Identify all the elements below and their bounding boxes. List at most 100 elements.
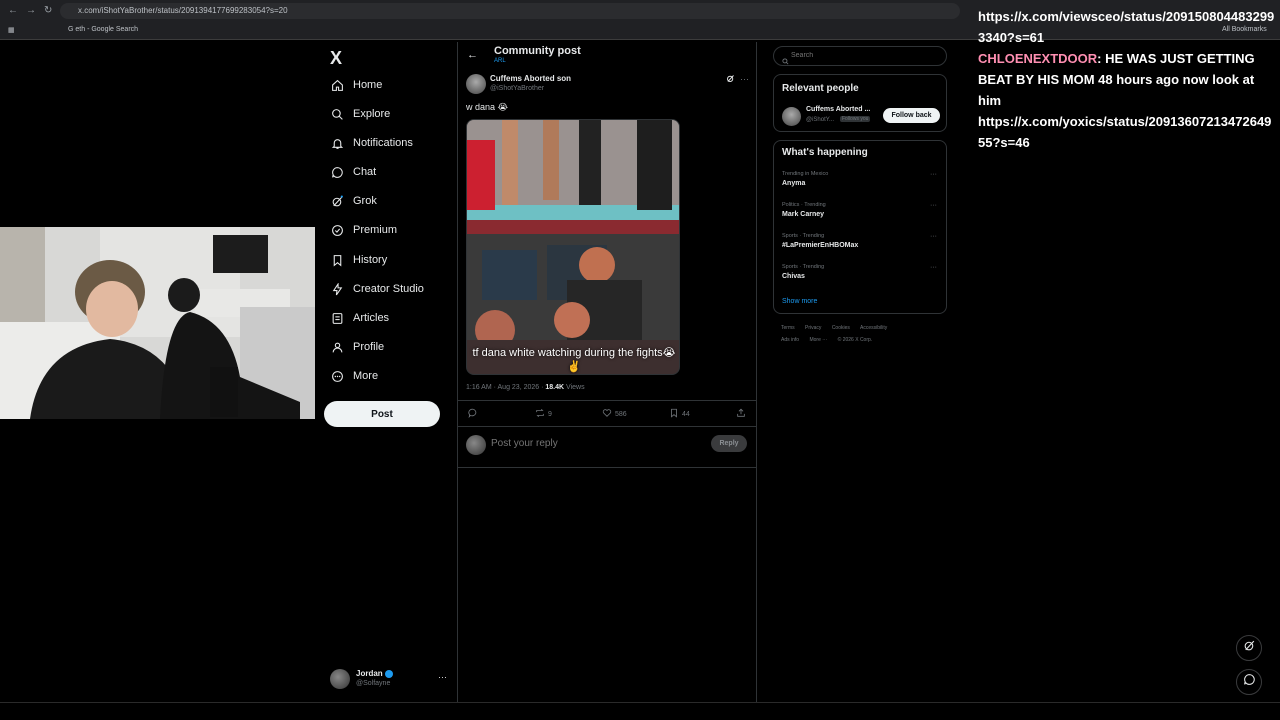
person-name[interactable]: Cuffems Aborted ... (806, 106, 870, 113)
lightning-icon (330, 282, 344, 296)
more-icon[interactable]: ··· (930, 233, 937, 240)
premium-icon (330, 223, 344, 237)
like-action[interactable]: 586 (602, 408, 627, 420)
footer-link[interactable]: Privacy (805, 325, 821, 331)
nav-profile[interactable]: Profile (330, 337, 384, 357)
footer-copyright: © 2026 X Corp. (837, 337, 873, 343)
avatar (330, 669, 350, 689)
footer-links: Terms Privacy Cookies Accessibility (781, 325, 896, 331)
whats-happening-card: What's happening Trending in Mexico Anym… (773, 140, 947, 314)
avatar[interactable] (466, 74, 486, 94)
more-icon[interactable]: ··· (930, 202, 937, 209)
bookmark-count: 44 (682, 410, 690, 418)
bookmark-action[interactable]: 44 (669, 408, 690, 420)
nav-creator-studio[interactable]: Creator Studio (330, 279, 424, 299)
divider (458, 467, 756, 468)
trend-name: Chivas (782, 273, 805, 280)
trend-context: Trending in Mexico (782, 171, 829, 177)
trend-item[interactable]: Sports · Trending Chivas ··· (782, 264, 942, 292)
more-icon[interactable]: ··· (930, 264, 937, 271)
nav-chat[interactable]: Chat (330, 162, 376, 182)
articles-icon (330, 311, 344, 325)
trend-context: Politics · Trending (782, 202, 826, 208)
card-title: What's happening (782, 147, 868, 158)
taskbar (0, 702, 1280, 720)
address-bar[interactable]: x.com/iShotYaBrother/status/209139417769… (60, 3, 960, 19)
nav-articles[interactable]: Articles (330, 308, 389, 328)
account-switcher[interactable]: Jordan @Solfayne ··· (330, 668, 450, 690)
back-icon[interactable]: ← (8, 5, 18, 16)
author-name[interactable]: Cuffems Aborted son (490, 74, 571, 83)
nav-label: Premium (353, 224, 398, 236)
follow-back-button[interactable]: Follow back (883, 108, 940, 123)
share-action[interactable] (736, 408, 746, 420)
reply-input[interactable] (491, 438, 691, 449)
avatar[interactable] (782, 107, 801, 126)
account-name: Jordan (356, 669, 383, 678)
nav-label: Articles (353, 312, 390, 324)
nav-home[interactable]: Home (330, 75, 382, 95)
bookmark-icon (669, 408, 679, 420)
post-time: 1:16 AM · Aug 23, 2026 · (466, 384, 546, 391)
trend-item[interactable]: Trending in Mexico Anyma ··· (782, 171, 942, 199)
divider (458, 426, 756, 427)
chat-link: https://x.com/yoxics/status/209136072134… (978, 114, 1272, 150)
nav-label: Profile (353, 341, 385, 353)
bell-icon (330, 136, 344, 150)
account-handle: @Solfayne (356, 680, 391, 687)
nav-more[interactable]: More (330, 366, 378, 386)
footer-link[interactable]: Terms (781, 325, 795, 331)
chat-link: https://x.com/viewsceo/status/2091508044… (978, 9, 1275, 45)
author-handle[interactable]: @iShotYaBrother (490, 85, 544, 92)
nav-explore[interactable]: Explore (330, 104, 390, 124)
nav-history[interactable]: History (330, 250, 387, 270)
nav-label: More (353, 370, 379, 382)
nav-label: Creator Studio (353, 283, 424, 295)
trend-context: Sports · Trending (782, 233, 825, 239)
footer-link[interactable]: Accessibility (860, 325, 887, 331)
nav-label: Notifications (353, 137, 413, 149)
grok-float-button[interactable] (1236, 635, 1262, 661)
trend-item[interactable]: Politics · Trending Mark Carney ··· (782, 202, 942, 230)
apps-icon[interactable]: ▦ (8, 26, 15, 34)
x-logo[interactable]: X (330, 48, 342, 69)
repost-icon (535, 408, 545, 420)
reply-button[interactable]: Reply (711, 435, 747, 452)
repost-action[interactable]: 9 (535, 408, 552, 420)
footer-link[interactable]: More ··· (809, 337, 827, 343)
trend-name: Mark Carney (782, 211, 825, 218)
footer-link[interactable]: Ads info (781, 337, 799, 343)
trend-item[interactable]: Sports · Trending #LaPremierEnHBOMax ··· (782, 233, 942, 261)
divider (458, 400, 756, 401)
grok-icon[interactable] (726, 74, 735, 85)
trend-name: Anyma (782, 180, 806, 187)
post-media[interactable]: tf dana white watching during the fights… (466, 119, 680, 375)
more-icon[interactable]: ··· (438, 672, 447, 682)
reload-icon[interactable]: ↻ (44, 5, 52, 16)
heart-icon (602, 408, 612, 420)
chat-float-button[interactable] (1236, 669, 1262, 695)
views-label: Views (564, 384, 585, 391)
show-more-link[interactable]: Show more (782, 298, 817, 305)
reply-action[interactable] (468, 408, 481, 420)
more-icon[interactable]: ··· (930, 171, 937, 178)
forward-icon[interactable]: → (26, 5, 36, 16)
search-input[interactable] (791, 52, 931, 59)
chat-icon (330, 165, 344, 179)
more-icon[interactable]: ··· (740, 74, 749, 84)
card-title: Relevant people (782, 83, 859, 94)
nav-grok[interactable]: Grok (330, 191, 377, 211)
nav-label: History (353, 254, 388, 266)
person-handle: @iShotY... (806, 117, 834, 123)
community-link[interactable]: ARL (494, 58, 506, 64)
nav-notifications[interactable]: Notifications (330, 133, 413, 153)
bookmark-eth[interactable]: G eth - Google Search (68, 26, 138, 33)
nav-premium[interactable]: Premium (330, 220, 397, 240)
back-arrow-icon[interactable]: ← (467, 49, 478, 61)
search-box[interactable] (773, 46, 947, 66)
more-circle-icon (330, 369, 344, 383)
chat-username: CHLOENEXTDOOR (978, 51, 1098, 66)
follows-you-badge: Follows you (840, 116, 871, 122)
post-button[interactable]: Post (324, 401, 440, 427)
footer-link[interactable]: Cookies (832, 325, 850, 331)
